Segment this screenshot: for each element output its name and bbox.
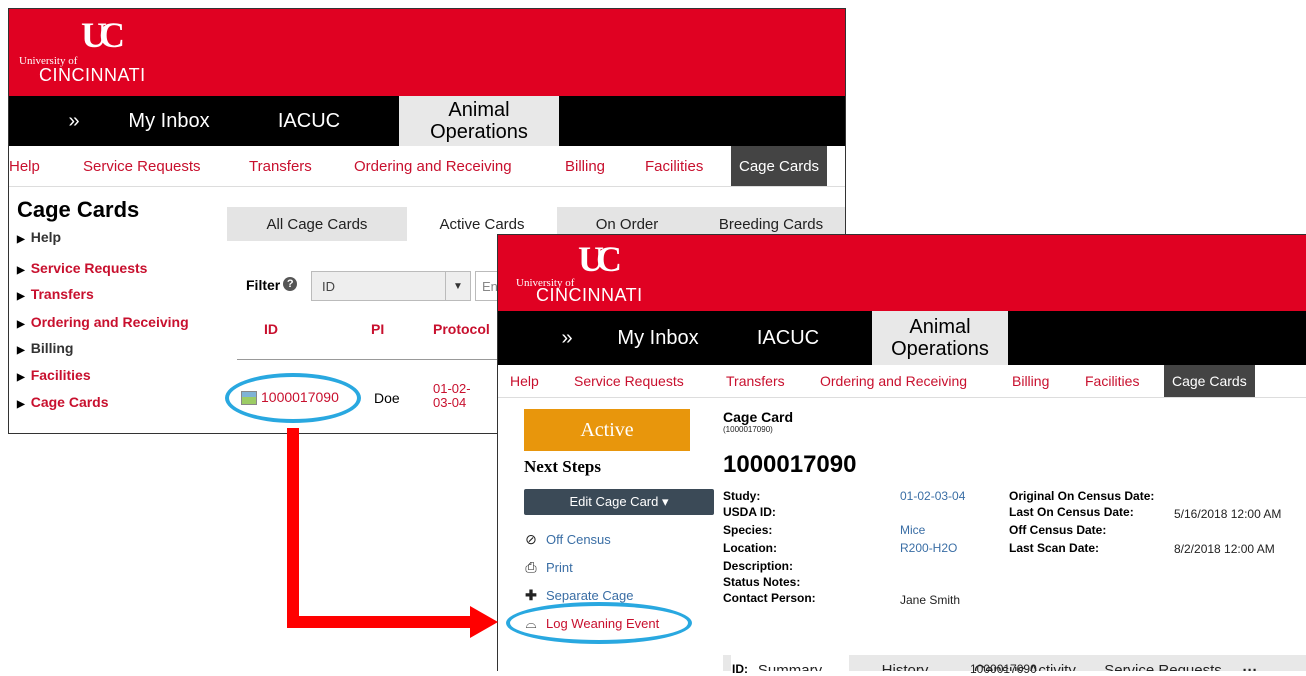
- uc-banner: UC University of CINCINNATI: [9, 9, 845, 96]
- label-status-notes: Status Notes:: [723, 575, 801, 589]
- label-description: Description:: [723, 559, 794, 573]
- value-species[interactable]: Mice: [900, 523, 925, 537]
- chevron-down-icon: ▼: [445, 272, 470, 300]
- next-steps-heading: Next Steps: [524, 457, 601, 476]
- subnav-service-requests[interactable]: Service Requests: [574, 365, 684, 397]
- cage-card-number: 1000017090: [723, 451, 857, 478]
- label-study: Study:: [723, 489, 761, 503]
- subnav-ordering[interactable]: Ordering and Receiving: [820, 365, 967, 397]
- main-nav: » My Inbox IACUC Animal Operations: [9, 96, 845, 146]
- subnav-cage-cards[interactable]: Cage Cards: [731, 146, 828, 186]
- uc-banner: UC University of CINCINNATI: [498, 235, 1306, 311]
- side-link-service-requests[interactable]: ▶ Service Requests: [17, 260, 147, 276]
- triangle-right-icon: ▶: [17, 399, 25, 410]
- subnav-cage-cards[interactable]: Cage Cards: [1164, 365, 1255, 397]
- tab-history[interactable]: History: [855, 655, 955, 672]
- label-contact-person: Contact Person:: [723, 591, 816, 605]
- nav-iacuc[interactable]: IACUC: [254, 96, 364, 146]
- value-location[interactable]: R200-H2O: [900, 541, 957, 555]
- more-tabs-icon[interactable]: ···: [1235, 655, 1265, 672]
- column-header-protocol[interactable]: Protocol: [433, 321, 490, 337]
- block-icon: ⊘: [525, 531, 537, 547]
- summary-id-label-visible: ID:: [732, 662, 748, 676]
- subnav-help[interactable]: Help: [510, 365, 539, 397]
- column-header-pi[interactable]: PI: [371, 321, 384, 337]
- value-study[interactable]: 01-02-03-04: [900, 489, 965, 503]
- subnav-facilities[interactable]: Facilities: [1085, 365, 1139, 397]
- expand-nav-button[interactable]: »: [542, 311, 592, 365]
- logo-cincinnati: CINCINNATI: [39, 65, 146, 85]
- subnav-service-requests[interactable]: Service Requests: [83, 146, 201, 186]
- triangle-right-icon: ▶: [17, 372, 25, 383]
- side-link-facilities[interactable]: ▶ Facilities: [17, 367, 91, 383]
- nav-my-inbox[interactable]: My Inbox: [598, 311, 718, 365]
- subnav-billing[interactable]: Billing: [565, 146, 605, 186]
- summary-id-value-visible: 1000017090: [970, 662, 1037, 676]
- nav-animal-operations[interactable]: Animal Operations: [872, 311, 1008, 365]
- uc-monogram-icon: UC: [81, 15, 125, 55]
- edit-cage-card-button[interactable]: Edit Cage Card ▾: [524, 489, 714, 515]
- printer-icon: ⎙: [525, 559, 537, 575]
- print-action[interactable]: ⎙ Print: [524, 559, 572, 576]
- subnav-ordering[interactable]: Ordering and Receiving: [354, 146, 512, 186]
- value-contact-person: Jane Smith: [900, 593, 961, 607]
- subnav-facilities[interactable]: Facilities: [645, 146, 703, 186]
- page-title: Cage Cards: [17, 197, 140, 222]
- help-question-icon[interactable]: ?: [283, 277, 298, 291]
- nav-iacuc[interactable]: IACUC: [733, 311, 843, 365]
- label-last-scan: Last Scan Date:: [1009, 541, 1100, 555]
- subnav-help[interactable]: Help: [9, 146, 40, 186]
- value-last-on-census: 5/16/2018 12:00 AM: [1174, 507, 1282, 521]
- triangle-right-icon: ▶: [17, 319, 25, 330]
- table-header-divider: [237, 359, 507, 360]
- triangle-right-icon: ▶: [17, 345, 25, 356]
- sub-nav: Help Service Requests Transfers Ordering…: [9, 146, 845, 187]
- tab-summary[interactable]: Summary: [731, 655, 849, 671]
- nav-my-inbox[interactable]: My Inbox: [109, 96, 229, 146]
- off-census-action[interactable]: ⊘ Off Census: [524, 531, 611, 548]
- table-row-protocol[interactable]: 01-02- 03-04: [433, 382, 471, 410]
- nav-animal-operations[interactable]: Animal Operations: [399, 96, 559, 146]
- column-header-id[interactable]: ID: [264, 321, 278, 337]
- tab-service-requests[interactable]: Service Requests: [1093, 655, 1233, 672]
- uc-logo[interactable]: UC University of CINCINNATI: [516, 241, 656, 307]
- label-last-on-census: Last On Census Date:: [1009, 505, 1134, 519]
- triangle-right-icon: ▶: [17, 265, 25, 276]
- value-last-scan: 8/2/2018 12:00 AM: [1174, 542, 1275, 556]
- label-original-on-census: Original On Census Date:: [1009, 489, 1155, 503]
- table-row-pi: Doe: [374, 390, 400, 406]
- label-species: Species:: [723, 523, 773, 537]
- subnav-transfers[interactable]: Transfers: [726, 365, 785, 397]
- main-nav: » My Inbox IACUC Animal Operations: [498, 311, 1306, 365]
- status-badge: Active: [524, 409, 690, 451]
- side-link-help[interactable]: ▶ Help: [17, 229, 61, 245]
- side-link-ordering[interactable]: ▶ Ordering and Receiving: [17, 314, 189, 330]
- side-link-transfers[interactable]: ▶ Transfers: [17, 286, 94, 302]
- highlight-oval-log-weaning: [506, 602, 692, 644]
- subnav-billing[interactable]: Billing: [1012, 365, 1049, 397]
- logo-cincinnati: CINCINNATI: [536, 285, 643, 305]
- expand-nav-button[interactable]: »: [49, 96, 99, 146]
- uc-monogram-icon: UC: [578, 239, 622, 279]
- triangle-right-icon: ▶: [17, 291, 25, 302]
- label-location: Location:: [723, 541, 777, 555]
- side-link-billing[interactable]: ▶ Billing: [17, 340, 73, 356]
- highlight-oval-cage-card-id: [225, 373, 361, 423]
- label-off-census: Off Census Date:: [1009, 523, 1107, 537]
- tab-all-cage-cards[interactable]: All Cage Cards: [227, 207, 407, 241]
- label-usda-id: USDA ID:: [723, 505, 776, 519]
- sub-nav: Help Service Requests Transfers Ordering…: [498, 365, 1306, 398]
- uc-logo[interactable]: UC University of CINCINNATI: [19, 15, 159, 91]
- triangle-right-icon: ▶: [17, 234, 25, 245]
- cage-card-subtitle: (1000017090): [723, 425, 773, 434]
- plus-icon: ✚: [525, 587, 537, 603]
- side-link-cage-cards[interactable]: ▶ Cage Cards: [17, 394, 109, 410]
- cage-card-title: Cage Card: [723, 409, 794, 425]
- subnav-transfers[interactable]: Transfers: [249, 146, 312, 186]
- filter-field-select[interactable]: ID ▼: [311, 271, 471, 301]
- filter-label: Filter?: [246, 277, 298, 293]
